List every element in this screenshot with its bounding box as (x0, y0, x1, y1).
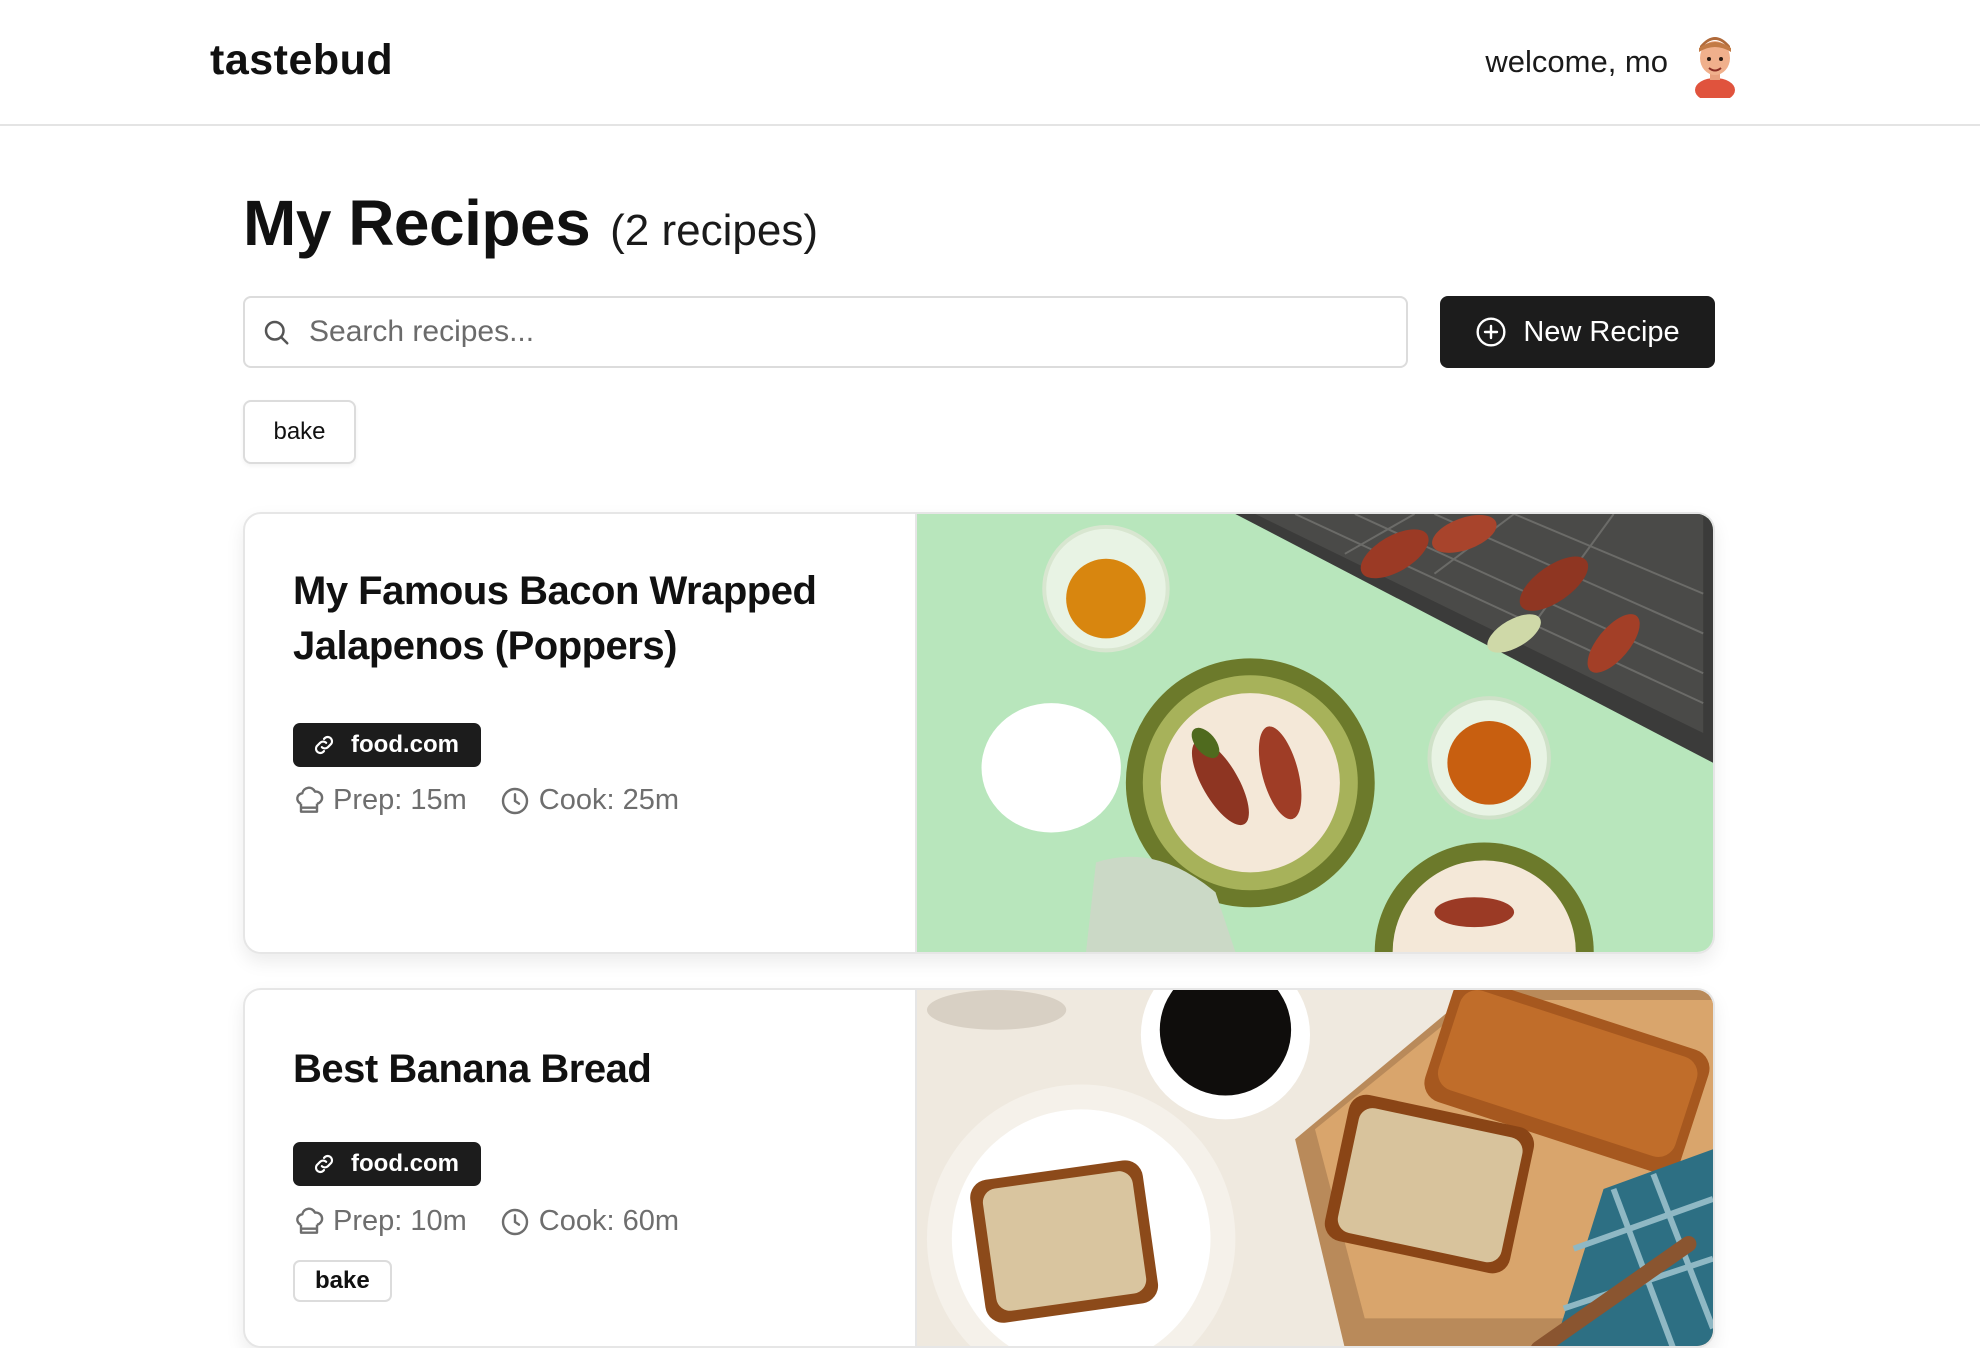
new-recipe-button[interactable]: New Recipe (1440, 296, 1715, 368)
recipe-card-body: My Famous Bacon Wrapped Jalapenos (Poppe… (245, 514, 915, 952)
link-icon (314, 1154, 334, 1174)
filter-chip-bake[interactable]: bake (243, 400, 356, 464)
recipe-image[interactable] (915, 990, 1713, 1346)
new-recipe-label: New Recipe (1523, 315, 1680, 348)
clock-icon (501, 1208, 528, 1235)
plus-circle-icon (1476, 317, 1506, 347)
page-heading: My Recipes (2 recipes) (243, 186, 818, 260)
recipe-image[interactable] (915, 514, 1713, 952)
recipe-times: Prep: 10m Cook: 60m (293, 1205, 679, 1238)
chef-hat-icon (296, 786, 324, 813)
search-input[interactable] (309, 315, 1369, 349)
clock-icon (501, 787, 528, 814)
cook-time-label: Cook: 25m (538, 784, 680, 816)
recipe-title[interactable]: My Famous Bacon Wrapped Jalapenos (Poppe… (293, 564, 893, 674)
recipe-source-label: food.com (351, 1150, 459, 1177)
prep-time-label: Prep: 10m (333, 1205, 467, 1237)
welcome-text: welcome, mo (1485, 44, 1668, 79)
jalapeno-poppers-photo (917, 514, 1713, 952)
cook-time: Cook: 25m (499, 784, 679, 817)
recipe-card-body: Best Banana Bread food.com Prep: 10m Coo… (245, 990, 915, 1346)
recipe-source-link[interactable]: food.com (293, 1142, 481, 1186)
cook-time-label: Cook: 60m (538, 1205, 680, 1237)
chef-hat-icon (296, 1207, 324, 1234)
recipe-card[interactable]: Best Banana Bread food.com Prep: 10m Coo… (243, 988, 1715, 1348)
search-box[interactable] (243, 296, 1408, 368)
prep-time: Prep: 15m (293, 784, 467, 817)
avatar[interactable] (1690, 28, 1740, 98)
recipe-count: (2 recipes) (610, 206, 818, 255)
prep-time-label: Prep: 15m (333, 784, 467, 816)
link-icon (314, 735, 334, 755)
search-icon (264, 320, 289, 345)
recipe-times: Prep: 15m Cook: 25m (293, 784, 679, 817)
page-title: My Recipes (243, 187, 591, 259)
top-bar: tastebud welcome, mo (0, 0, 1980, 126)
recipe-source-link[interactable]: food.com (293, 723, 481, 767)
recipe-title[interactable]: Best Banana Bread (293, 1042, 893, 1097)
brand-logo[interactable]: tastebud (210, 36, 393, 85)
prep-time: Prep: 10m (293, 1205, 467, 1238)
recipe-tag-bake[interactable]: bake (293, 1260, 392, 1302)
recipe-source-label: food.com (351, 731, 459, 758)
banana-bread-photo (917, 990, 1713, 1346)
cook-time: Cook: 60m (499, 1205, 679, 1238)
recipe-card[interactable]: My Famous Bacon Wrapped Jalapenos (Poppe… (243, 512, 1715, 954)
